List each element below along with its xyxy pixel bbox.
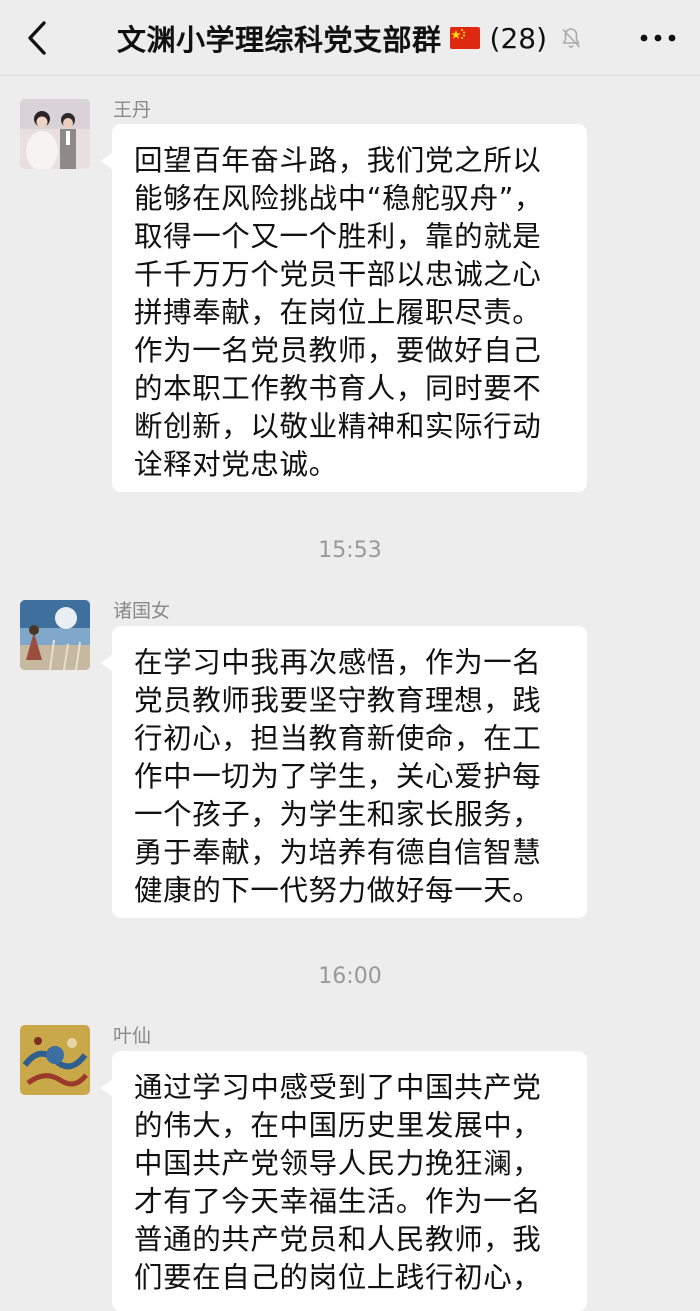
chat-title-group: 文渊小学理综科党支部群 (28) [80, 0, 620, 76]
message-bubble[interactable]: 通过学习中感受到了中国共产党 的伟大，在中国历史里发展中， 中国共产党领导人民力… [101, 1051, 587, 1311]
member-count: (28) [489, 21, 547, 55]
avatar[interactable] [20, 99, 90, 169]
more-options-button[interactable] [636, 20, 680, 56]
avatar[interactable] [20, 1025, 90, 1095]
message-bubble[interactable]: 在学习中我再次感悟，作为一名 党员教师我要坚守教育理想，践 行初心，担当教育新使… [101, 626, 587, 918]
more-dots-icon [640, 34, 676, 42]
message-text: 通过学习中感受到了中国共产党 的伟大，在中国历史里发展中， 中国共产党领导人民力… [134, 1071, 542, 1294]
sender-name: 叶仙 [113, 1025, 152, 1047]
message-text: 在学习中我再次感悟，作为一名 党员教师我要坚守教育理想，践 行初心，担当教育新使… [134, 646, 542, 907]
mute-bell-icon [562, 28, 581, 48]
chat-header: 文渊小学理综科党支部群 (28) [0, 0, 700, 76]
chat-title: 文渊小学理综科党支部群 [117, 23, 442, 57]
avatar[interactable] [20, 600, 90, 670]
sender-name: 王丹 [113, 99, 152, 121]
china-flag-icon [449, 27, 480, 49]
sender-name: 诸国女 [113, 600, 171, 622]
timestamp: 15:53 [318, 538, 382, 563]
message-text: 回望百年奋斗路，我们党之所以 能够在风险挑战中“稳舵驭舟”， 取得一个又一个胜利… [134, 144, 544, 481]
message-bubble[interactable]: 回望百年奋斗路，我们党之所以 能够在风险挑战中“稳舵驭舟”， 取得一个又一个胜利… [101, 124, 587, 492]
timestamp: 16:00 [318, 964, 382, 989]
chevron-left-icon [28, 21, 46, 55]
back-button[interactable] [18, 18, 58, 58]
